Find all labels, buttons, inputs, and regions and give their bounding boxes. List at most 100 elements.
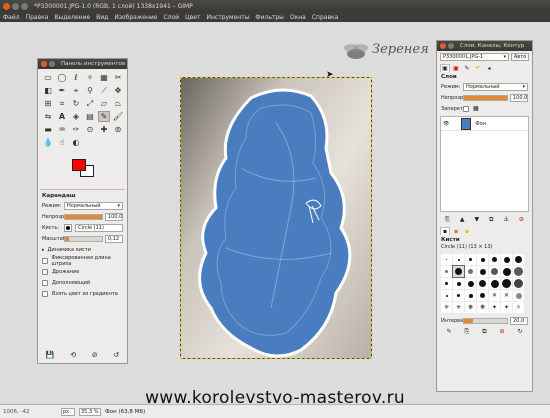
foreground-color-swatch[interactable] [72,159,86,171]
ink-icon[interactable]: ✑ [70,124,82,135]
measure-icon[interactable]: ⟋ [98,85,110,96]
scale-icon[interactable]: ⤢ [84,98,96,109]
brush-item[interactable] [453,290,464,301]
zoom-select[interactable]: 35,3 % [79,407,101,416]
blend-icon[interactable]: ▤ [84,111,96,122]
jitter-checkbox[interactable]: Дрожание [38,266,127,277]
brush-item[interactable] [477,266,488,277]
color-from-gradient-checkbox[interactable]: Взять цвет из градиента [38,288,127,299]
brush-item[interactable] [489,266,500,277]
brush-item[interactable]: ✳ [441,302,452,313]
tab-undo[interactable]: ↶ [473,64,483,72]
brush-item[interactable] [441,278,452,289]
foreground-select-icon[interactable]: ◧ [42,85,54,96]
brush-item[interactable] [501,254,512,265]
crop-icon[interactable]: ⌗ [56,98,68,109]
brush-item[interactable] [513,290,524,301]
checkbox-box[interactable] [42,279,48,286]
brush-item[interactable]: ✧ [513,302,524,313]
color-picker-icon[interactable]: ⌖ [70,85,82,96]
new-layer-icon[interactable]: ⎘ [445,216,450,224]
menu-filters[interactable]: Фильтры [255,14,283,21]
menu-help[interactable]: Справка [312,14,338,21]
dynamics-row[interactable]: ▸ Динамика кисти [38,244,127,255]
menu-select[interactable]: Выделение [54,14,90,21]
brush-item[interactable] [441,254,452,265]
select-by-color-icon[interactable]: ▦ [98,72,110,83]
brush-item[interactable] [501,266,512,277]
brush-preview-icon[interactable] [64,223,72,232]
flip-icon[interactable]: ⇋ [42,111,54,122]
brush-item[interactable]: ❋ [477,302,488,313]
menu-windows[interactable]: Окна [290,14,306,21]
tab-channels[interactable]: ▣ [451,64,461,72]
menu-file[interactable]: Файл [3,14,20,21]
spacing-slider[interactable] [463,317,508,324]
delete-options-icon[interactable]: ⊘ [92,351,98,359]
brush-item[interactable] [465,254,476,265]
brush-item[interactable] [441,290,452,301]
layer-mode-select[interactable]: Нормальный ▾ [463,82,528,91]
image-select[interactable]: P3300001.JPG-1 ▾ [440,53,509,61]
brush-item[interactable]: ✕ [501,290,512,301]
checkbox-box[interactable] [42,268,48,275]
duplicate-brush-icon[interactable]: ⧉ [482,328,486,336]
new-brush-icon[interactable]: ⎘ [464,328,469,336]
brush-item[interactable]: ✕ [489,290,500,301]
heal-icon[interactable]: ✚ [98,124,110,135]
brush-item[interactable]: ✦ [501,302,512,313]
menu-layer[interactable]: Слой [163,14,179,21]
layers-minimize-button[interactable] [448,43,454,49]
text-icon[interactable]: A [56,111,68,122]
brush-item[interactable] [513,254,524,265]
brush-item[interactable] [513,278,524,289]
rotate-icon[interactable]: ↻ [70,98,82,109]
scale-slider[interactable] [64,235,103,242]
brush-item[interactable] [477,278,488,289]
brush-item[interactable] [501,278,512,289]
rect-select-icon[interactable]: ▭ [42,72,54,83]
tab-gradients[interactable]: ▪ [462,227,472,235]
brush-item[interactable]: ✳ [453,302,464,313]
eraser-icon[interactable]: ▬ [42,124,54,135]
brush-item[interactable] [465,290,476,301]
edit-brush-icon[interactable]: ✎ [446,328,451,336]
ellipse-select-icon[interactable]: ◯ [56,72,68,83]
blur-icon[interactable]: 💧 [42,137,54,148]
auto-button[interactable]: Авто [511,53,529,61]
brush-item[interactable] [465,278,476,289]
smudge-icon[interactable]: ☝ [56,137,68,148]
menu-edit[interactable]: Правка [26,14,49,21]
brush-item[interactable] [453,254,464,265]
maximize-window-button[interactable] [21,2,28,10]
raise-layer-icon[interactable]: ▲ [460,216,465,224]
save-options-icon[interactable]: 💾 [46,351,55,359]
menu-tools[interactable]: Инструменты [206,14,249,21]
zoom-icon[interactable]: ⚲ [84,85,96,96]
tab-brushes[interactable]: ▪ [440,227,450,235]
refresh-brushes-icon[interactable]: ↻ [517,328,522,336]
reset-options-icon[interactable]: ↺ [113,351,119,359]
fixed-length-checkbox[interactable]: Фиксированная длина штриха [38,255,127,267]
scale-input[interactable]: 0,12 [105,234,123,243]
shear-icon[interactable]: ▱ [98,98,110,109]
checkbox-box[interactable] [42,257,48,264]
lock-pixels-checkbox[interactable] [463,103,473,114]
bucket-fill-icon[interactable]: ◈ [70,111,82,122]
tab-patterns[interactable]: ▪ [451,227,461,235]
anchor-layer-icon[interactable]: ⚓ [504,216,509,224]
opacity-slider[interactable] [64,213,103,220]
brush-item[interactable] [477,290,488,301]
brush-item[interactable] [513,266,524,277]
brush-item[interactable] [465,266,476,277]
layer-opacity-input[interactable]: 100,0 [510,93,528,102]
fuzzy-select-icon[interactable]: ✧ [84,72,96,83]
duplicate-layer-icon[interactable]: ⧉ [489,216,493,224]
brush-item[interactable]: ❋ [465,302,476,313]
brush-item[interactable] [441,266,452,277]
menu-view[interactable]: Вид [96,14,108,21]
paintbrush-icon[interactable]: 🖌 [112,111,124,122]
delete-layer-icon[interactable]: ⊘ [519,216,524,224]
spacing-input[interactable]: 20,0 [510,316,528,325]
scissors-icon[interactable]: ✂ [112,72,124,83]
